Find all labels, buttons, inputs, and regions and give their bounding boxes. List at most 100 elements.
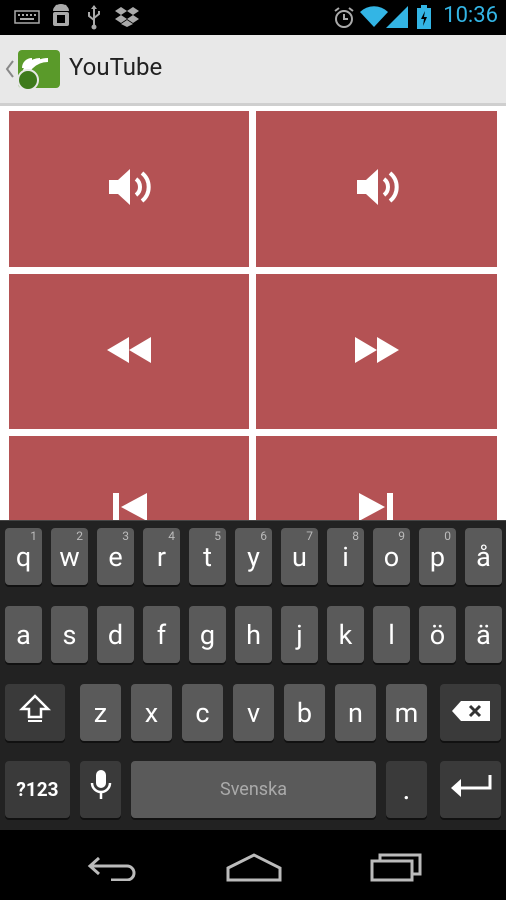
- key-label: p: [429, 540, 446, 573]
- key-label: g: [199, 618, 216, 651]
- rewind-button[interactable]: [9, 274, 249, 429]
- key-ouml[interactable]: ö: [419, 606, 456, 663]
- skip-previous-button[interactable]: [9, 436, 249, 522]
- key-h[interactable]: h: [235, 606, 272, 663]
- key-w[interactable]: 2w: [51, 528, 88, 585]
- key-g[interactable]: g: [189, 606, 226, 663]
- key-y[interactable]: 6y: [235, 528, 272, 585]
- key-auml[interactable]: ä: [465, 606, 502, 663]
- key-k[interactable]: k: [327, 606, 364, 663]
- key-b[interactable]: b: [284, 684, 325, 741]
- key-label: ä: [476, 618, 491, 651]
- back-chevron-icon[interactable]: [5, 59, 15, 83]
- key-label: s: [62, 618, 77, 651]
- home-icon[interactable]: [226, 852, 282, 886]
- fast-forward-button[interactable]: [256, 274, 497, 429]
- volume-up-button[interactable]: [256, 111, 497, 267]
- microphone-icon: [90, 769, 112, 810]
- key-s[interactable]: s: [51, 606, 88, 663]
- key-label: k: [338, 618, 353, 651]
- key-c[interactable]: c: [182, 684, 223, 741]
- key-label: e: [108, 540, 123, 573]
- key-l[interactable]: l: [373, 606, 410, 663]
- remote-app-icon[interactable]: [16, 46, 62, 96]
- volume-down-button[interactable]: [9, 111, 249, 267]
- key-aring[interactable]: å: [465, 528, 502, 585]
- key-label: å: [476, 540, 491, 573]
- shift-icon: [18, 693, 52, 732]
- key-hint: 6: [260, 529, 267, 543]
- key-t[interactable]: 5t: [189, 528, 226, 585]
- key-label: r: [156, 540, 167, 573]
- key-a[interactable]: a: [5, 606, 42, 663]
- wifi-icon: [360, 6, 388, 32]
- key-z[interactable]: z: [80, 684, 121, 741]
- key-hint: 1: [30, 529, 37, 543]
- key-label: v: [246, 696, 261, 729]
- key-label: j: [296, 618, 303, 651]
- key-label: i: [342, 540, 349, 573]
- enter-icon: [449, 773, 493, 806]
- remote-control-grid: [0, 106, 506, 522]
- android-debug-icon: [50, 4, 72, 34]
- key-hint: 3: [122, 529, 129, 543]
- usb-icon: [86, 4, 102, 34]
- skip-next-icon: [357, 491, 397, 522]
- recent-apps-icon[interactable]: [370, 852, 422, 886]
- key-label: o: [383, 540, 400, 573]
- space-key[interactable]: Svenska: [131, 761, 376, 818]
- key-hint: 0: [444, 529, 451, 543]
- key-n[interactable]: n: [335, 684, 376, 741]
- enter-key[interactable]: [440, 761, 501, 818]
- key-hint: 7: [306, 529, 313, 543]
- key-q[interactable]: 1q: [5, 528, 42, 585]
- key-label: y: [247, 540, 260, 573]
- status-bar: 10:36: [0, 0, 506, 35]
- skip-next-button[interactable]: [256, 436, 497, 522]
- key-label: ö: [429, 618, 446, 651]
- key-label: ?123: [16, 778, 59, 801]
- backspace-key[interactable]: [440, 684, 501, 741]
- key-label: n: [348, 696, 363, 729]
- key-d[interactable]: d: [97, 606, 134, 663]
- skip-previous-icon: [109, 491, 149, 522]
- key-v[interactable]: v: [233, 684, 274, 741]
- key-u[interactable]: 7u: [281, 528, 318, 585]
- dropbox-icon: [114, 6, 140, 32]
- key-e[interactable]: 3e: [97, 528, 134, 585]
- key-label: h: [246, 618, 261, 651]
- period-key[interactable]: .: [386, 761, 427, 818]
- key-hint: 4: [168, 529, 175, 543]
- key-p[interactable]: 0p: [419, 528, 456, 585]
- key-i[interactable]: 8i: [327, 528, 364, 585]
- shift-key[interactable]: [5, 684, 65, 741]
- key-r[interactable]: 4r: [143, 528, 180, 585]
- symbols-key[interactable]: ?123: [5, 761, 70, 818]
- key-m[interactable]: m: [386, 684, 427, 741]
- rewind-icon: [105, 335, 153, 369]
- volume-high-icon: [353, 163, 401, 215]
- space-label: Svenska: [220, 779, 287, 800]
- key-o[interactable]: 9o: [373, 528, 410, 585]
- clock: 10:36: [443, 3, 498, 28]
- battery-charging-icon: [417, 5, 431, 33]
- key-label: q: [15, 540, 32, 573]
- backspace-icon: [451, 697, 491, 729]
- key-label: u: [292, 540, 307, 573]
- key-label: x: [144, 696, 159, 729]
- key-label: a: [16, 618, 31, 651]
- action-bar: YouTube: [0, 35, 506, 106]
- key-label: w: [59, 540, 80, 573]
- key-label: l: [388, 618, 395, 651]
- key-label: c: [195, 696, 210, 729]
- key-f[interactable]: f: [143, 606, 180, 663]
- fast-forward-icon: [353, 335, 401, 369]
- voice-input-key[interactable]: [80, 761, 121, 818]
- key-x[interactable]: x: [131, 684, 172, 741]
- key-label: d: [107, 618, 124, 651]
- back-icon[interactable]: [87, 855, 139, 885]
- alarm-icon: [333, 6, 355, 34]
- key-label: .: [402, 772, 411, 807]
- key-label: t: [203, 540, 212, 573]
- key-j[interactable]: j: [281, 606, 318, 663]
